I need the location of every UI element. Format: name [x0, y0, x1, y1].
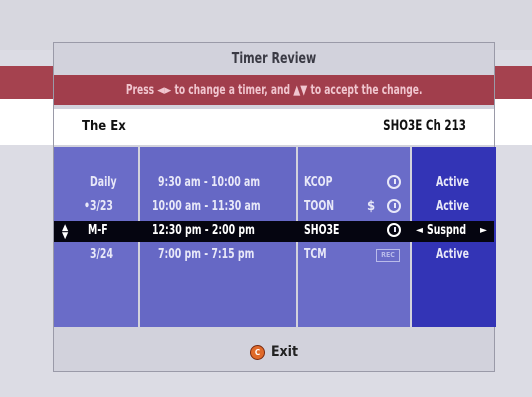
timer-row-selected[interactable]: ▲ ▼ M-F 12:30 pm - 2:00 pm SHO3E ◄ Suspn… — [54, 221, 494, 242]
timer-station: TCM — [304, 247, 327, 262]
timer-day: Daily — [90, 175, 117, 190]
timer-row[interactable]: 3/24 7:00 pm - 7:15 pm TCM REC Active — [54, 245, 494, 266]
timer-clock-icon — [387, 199, 401, 213]
rec-icon: REC — [376, 249, 400, 262]
program-info-row: The Ex SHO3E Ch 213 — [54, 109, 494, 145]
timer-clock-icon — [387, 175, 401, 189]
timer-status[interactable]: Active — [436, 247, 469, 262]
instruction-bar: Press ◄► to change a timer, and ▲▼ to ac… — [54, 75, 494, 105]
timer-day: M-F — [88, 223, 108, 238]
left-right-arrows-icon: ◄► — [157, 82, 172, 98]
timer-row[interactable]: •3/23 10:00 am - 11:30 am TOON $ Active — [54, 197, 494, 218]
exit-label[interactable]: Exit — [271, 344, 298, 360]
timer-station: SHO3E — [304, 223, 340, 238]
instruction-text: Press ◄► to change a timer, and ▲▼ to ac… — [125, 82, 423, 98]
timer-status[interactable]: Active — [436, 175, 469, 190]
timer-day: 3/24 — [90, 247, 113, 262]
timer-time: 12:30 pm - 2:00 pm — [152, 223, 255, 238]
timer-table: Daily 9:30 am - 10:00 am KCOP Active •3/… — [54, 147, 496, 327]
dialog-title: Timer Review — [231, 49, 317, 67]
program-name: The Ex — [82, 119, 126, 134]
left-arrow-icon[interactable]: ◄ — [416, 225, 423, 236]
timer-time: 9:30 am - 10:00 am — [158, 175, 261, 190]
timer-time: 7:00 pm - 7:15 pm — [158, 247, 255, 262]
timer-station: TOON — [304, 199, 335, 214]
program-channel: SHO3E Ch 213 — [383, 118, 466, 134]
timer-row[interactable]: Daily 9:30 am - 10:00 am KCOP Active — [54, 173, 494, 194]
timer-review-dialog: Timer Review Press ◄► to change a timer,… — [53, 42, 496, 373]
timer-day: •3/23 — [84, 199, 113, 214]
timer-status[interactable]: Active — [436, 199, 469, 214]
timer-time: 10:00 am - 11:30 am — [152, 199, 261, 214]
timer-status[interactable]: Suspnd — [427, 223, 466, 238]
right-arrow-icon[interactable]: ► — [480, 225, 487, 236]
timer-clock-icon — [387, 223, 401, 237]
up-down-icon: ▲ ▼ — [62, 223, 69, 241]
dialog-footer: C Exit — [54, 331, 494, 373]
timer-station: KCOP — [304, 175, 333, 190]
up-down-arrows-icon: ▲▼ — [293, 82, 308, 98]
exit-button-icon[interactable]: C — [249, 344, 265, 360]
pay-per-view-icon: $ — [367, 199, 376, 214]
